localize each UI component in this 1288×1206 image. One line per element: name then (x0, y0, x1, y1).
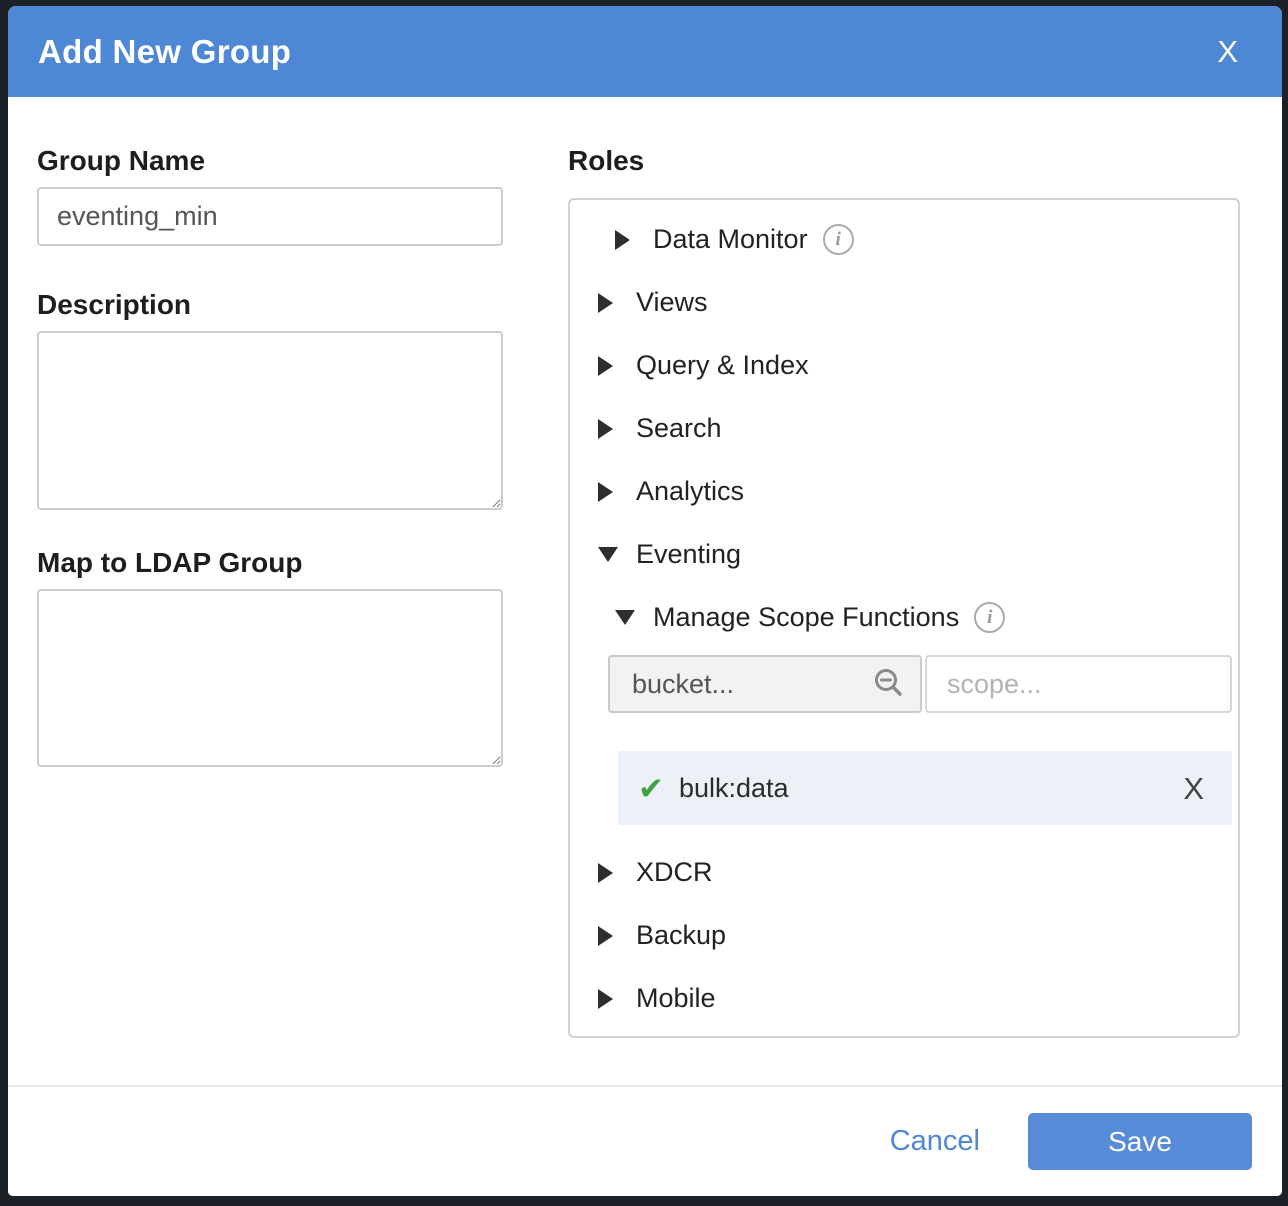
role-label: Views (636, 287, 708, 318)
description-label: Description (37, 288, 503, 322)
caret-down-icon[interactable] (615, 610, 631, 625)
role-item-analytics[interactable]: Analytics (570, 460, 1238, 523)
ldap-textarea[interactable] (37, 589, 503, 767)
group-name-label: Group Name (37, 144, 503, 178)
search-icon (872, 667, 906, 701)
roles-tree-panel: Data Monitor i Views Query & Index Searc… (568, 198, 1240, 1038)
role-label: Data Monitor (653, 224, 808, 255)
role-label: Mobile (636, 983, 716, 1014)
role-label: Backup (636, 920, 726, 951)
bucket-input[interactable] (618, 669, 872, 700)
cancel-button[interactable]: Cancel (890, 1125, 980, 1158)
roles-label: Roles (568, 144, 1252, 178)
dialog-body: Group Name Description Map to LDAP Group… (8, 97, 1282, 1085)
role-item-views[interactable]: Views (570, 271, 1238, 334)
caret-right-icon[interactable] (598, 926, 614, 946)
role-item-manage-scope-functions[interactable]: Manage Scope Functions i (570, 586, 1238, 649)
role-item-eventing[interactable]: Eventing (570, 523, 1238, 586)
bucket-select[interactable] (608, 655, 922, 713)
dialog-footer: Cancel Save (8, 1085, 1282, 1196)
caret-down-icon[interactable] (598, 547, 614, 562)
caret-right-icon[interactable] (598, 356, 614, 376)
caret-right-icon[interactable] (598, 419, 614, 439)
caret-right-icon[interactable] (598, 293, 614, 313)
remove-icon[interactable]: X (1183, 773, 1204, 804)
role-item-search[interactable]: Search (570, 397, 1238, 460)
role-label: Query & Index (636, 350, 809, 381)
caret-right-icon[interactable] (598, 989, 614, 1009)
group-name-input[interactable] (37, 187, 503, 246)
close-icon[interactable]: X (1217, 36, 1238, 67)
role-label: XDCR (636, 857, 713, 888)
save-button[interactable]: Save (1028, 1113, 1252, 1170)
role-item-xdcr[interactable]: XDCR (570, 841, 1238, 904)
role-label: Eventing (636, 539, 741, 570)
dialog-title: Add New Group (38, 33, 291, 71)
caret-right-icon[interactable] (615, 230, 631, 250)
role-item-query-index[interactable]: Query & Index (570, 334, 1238, 397)
form-column: Group Name Description Map to LDAP Group (37, 144, 503, 1085)
role-label: Manage Scope Functions (653, 602, 959, 633)
scope-input[interactable] (927, 669, 1230, 700)
check-icon: ✔ (638, 773, 664, 804)
role-label: Analytics (636, 476, 744, 507)
selected-scope-name: bulk:data (679, 773, 789, 804)
caret-right-icon[interactable] (598, 863, 614, 883)
role-item-backup[interactable]: Backup (570, 904, 1238, 967)
scope-filter-row (608, 655, 1232, 713)
dialog-header: Add New Group X (8, 6, 1282, 97)
role-item-mobile[interactable]: Mobile (570, 967, 1238, 1030)
caret-right-icon[interactable] (598, 482, 614, 502)
role-item-data-monitor[interactable]: Data Monitor i (570, 208, 1238, 271)
scope-field (925, 655, 1232, 713)
info-icon[interactable]: i (974, 602, 1005, 633)
add-new-group-dialog: Add New Group X Group Name Description M… (8, 6, 1282, 1196)
info-icon[interactable]: i (823, 224, 854, 255)
roles-column: Roles Data Monitor i Views Query & Index (568, 144, 1252, 1085)
role-label: Search (636, 413, 722, 444)
selected-scope-row: ✔ bulk:data X (618, 751, 1232, 825)
description-textarea[interactable] (37, 331, 503, 510)
ldap-label: Map to LDAP Group (37, 546, 503, 580)
